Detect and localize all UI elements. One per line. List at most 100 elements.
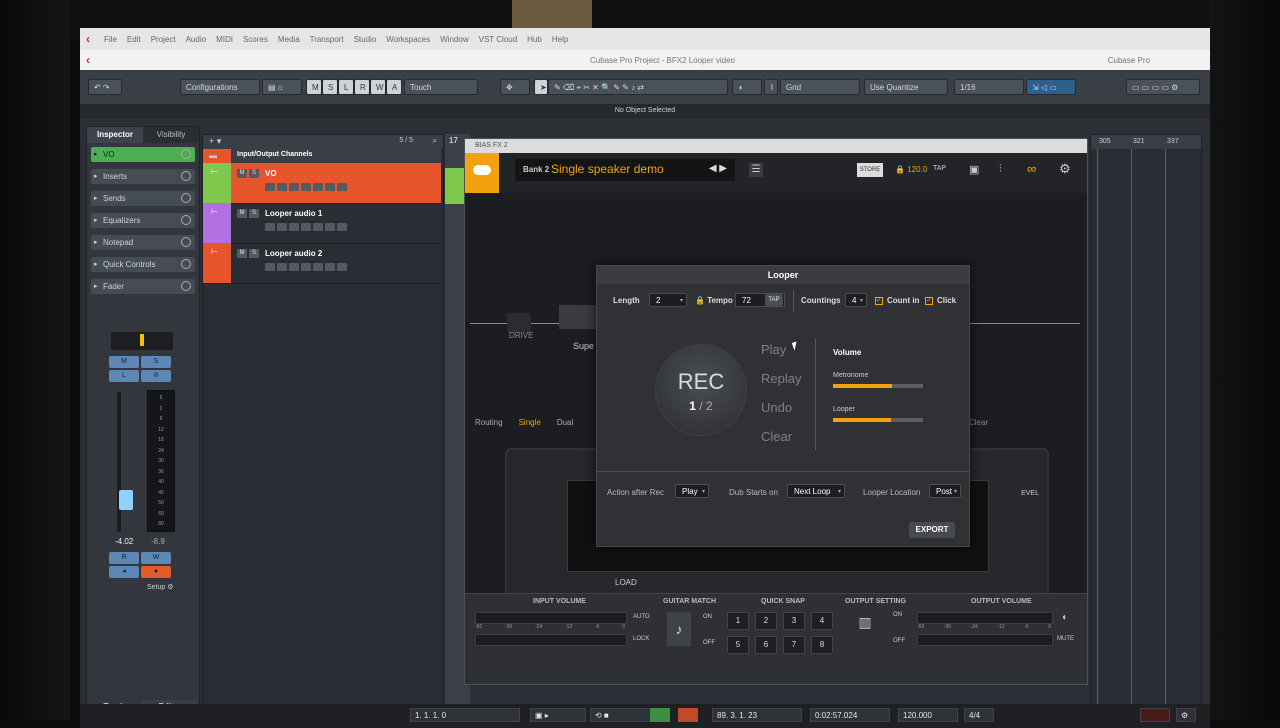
autoscroll-button[interactable]: ✥ xyxy=(500,79,530,95)
quick-snap-button-6[interactable]: 6 xyxy=(755,636,777,654)
section-icon[interactable] xyxy=(181,171,191,181)
countings-dropdown[interactable]: 4 ▾ xyxy=(845,293,867,307)
write-button-inspector[interactable]: W xyxy=(141,552,171,564)
track-controls[interactable] xyxy=(265,223,347,231)
speaker-mute-icon[interactable]: ◖ xyxy=(1061,612,1067,623)
track-controls[interactable] xyxy=(265,183,347,191)
mute-all-button[interactable]: M xyxy=(306,79,322,95)
record-enable-button[interactable]: ● xyxy=(141,566,171,578)
load-button[interactable]: LOAD xyxy=(615,578,637,587)
looper-replay-button[interactable]: Replay xyxy=(761,371,801,386)
guitar-icon[interactable]: ♪ xyxy=(667,612,691,646)
menu-item[interactable]: Scores xyxy=(243,35,268,44)
store-button[interactable]: STORE xyxy=(857,163,883,177)
section-icon[interactable] xyxy=(181,281,191,291)
section-icon[interactable] xyxy=(181,193,191,203)
solo-button[interactable]: S xyxy=(141,356,171,368)
quick-snap-button-5[interactable]: 5 xyxy=(727,636,749,654)
track-solo-button[interactable]: S xyxy=(249,169,259,178)
folder-track[interactable]: ▬ Input/Output Channels xyxy=(203,149,441,164)
cab-ir-icon[interactable]: ▥ xyxy=(853,614,877,638)
volume-fader-track[interactable] xyxy=(117,392,133,532)
peak-readout[interactable]: -8.9 xyxy=(151,537,165,546)
tab-visibility[interactable]: Visibility xyxy=(143,127,199,143)
dub-starts-dropdown[interactable]: Next Loop ▾ xyxy=(787,484,845,498)
add-track-icon[interactable]: + ▾ xyxy=(209,136,221,147)
menu-item[interactable]: File xyxy=(104,35,117,44)
volume-fader-knob[interactable] xyxy=(119,490,133,510)
auto-button[interactable]: AUTO xyxy=(633,614,650,620)
tuner-icon[interactable]: ▣ xyxy=(969,163,979,176)
menu-item[interactable]: Hub xyxy=(527,35,542,44)
looper-undo-button[interactable]: Undo xyxy=(761,400,792,415)
undo-redo-buttons[interactable]: ↶ ↷ xyxy=(88,79,122,95)
menu-item[interactable]: MIDI xyxy=(216,35,233,44)
menu-item[interactable]: Audio xyxy=(186,35,206,44)
menu-item[interactable]: Help xyxy=(552,35,568,44)
input-volume-slider[interactable] xyxy=(475,634,627,646)
export-button[interactable]: EXPORT xyxy=(909,522,955,538)
output-volume-slider[interactable] xyxy=(917,634,1053,646)
drive-pedal[interactable] xyxy=(507,313,531,333)
quantize-mode-dropdown[interactable]: Use Quantize xyxy=(864,79,948,95)
volume-readout[interactable]: -4.02 xyxy=(115,537,133,546)
settings-gear-icon[interactable]: ⚙ xyxy=(1059,161,1071,177)
listen-button[interactable]: L xyxy=(338,79,354,95)
section-icon[interactable] xyxy=(181,259,191,269)
track-row[interactable]: ⊢ M S VO xyxy=(203,163,441,204)
looper-icon[interactable]: ∞ xyxy=(1027,161,1036,176)
tool-palette[interactable]: ✎ ⌫ ⌖ ✂ ✕ 🔍 ✎ ✎ ♪ ⇄ xyxy=(548,79,728,95)
bpm-display[interactable]: 🔒 120.0 xyxy=(895,165,927,174)
quantize-value-dropdown[interactable]: 1/16 xyxy=(954,79,1024,95)
inspector-section-inserts[interactable]: ▸ Inserts xyxy=(91,169,195,184)
inspector-section-quick-controls[interactable]: ▸ Quick Controls xyxy=(91,257,195,272)
mute-button[interactable]: M xyxy=(109,356,139,368)
metronome-volume-slider[interactable] xyxy=(833,384,923,388)
pan-display[interactable] xyxy=(111,332,173,350)
snap-icon[interactable]: ⌇ xyxy=(764,79,778,95)
track-row[interactable]: ⊢ M S Looper audio 2 xyxy=(203,243,441,284)
routing-single-button[interactable]: Single xyxy=(519,418,541,427)
window-layout-buttons[interactable]: ▤ ⌂ xyxy=(262,79,302,95)
edit-icon[interactable] xyxy=(181,149,191,159)
menu-item[interactable]: Edit xyxy=(127,35,141,44)
menu-item[interactable]: Studio xyxy=(354,35,377,44)
menu-item[interactable]: Window xyxy=(440,35,468,44)
quantize-buttons[interactable]: ⇲ ◁ ▭ xyxy=(1026,79,1076,95)
section-icon[interactable] xyxy=(181,215,191,225)
menu-item[interactable]: VST Cloud xyxy=(479,35,518,44)
routing-dual-button[interactable]: Dual xyxy=(557,418,573,427)
setup-link[interactable]: Setup ⚙ xyxy=(147,583,174,591)
quick-snap-button-2[interactable]: 2 xyxy=(755,612,777,630)
amp-module[interactable] xyxy=(559,305,599,329)
automation-button[interactable]: A xyxy=(386,79,402,95)
mixer-icon[interactable]: ⫶ xyxy=(999,163,1002,176)
length-dropdown[interactable]: 2 ▾ xyxy=(649,293,687,307)
menu-item[interactable]: Transport xyxy=(310,35,344,44)
zone-buttons[interactable]: ▭ ▭ ▭ ▭ ⚙ xyxy=(1126,79,1200,95)
quick-snap-button-8[interactable]: 8 xyxy=(811,636,833,654)
count-in-checkbox[interactable]: ✓ xyxy=(875,297,883,305)
inspector-track-name[interactable]: ▸ VO xyxy=(91,147,195,162)
inspector-section-equalizers[interactable]: ▸ Equalizers xyxy=(91,213,195,228)
action-after-rec-dropdown[interactable]: Play ▾ xyxy=(675,484,709,498)
track-solo-button[interactable]: S xyxy=(249,209,259,218)
looper-clear-button[interactable]: Clear xyxy=(761,429,792,444)
looper-location-dropdown[interactable]: Post ▾ xyxy=(929,484,961,498)
read-button-inspector[interactable]: R xyxy=(109,552,139,564)
pointer-tool-icon[interactable]: ➤ xyxy=(534,79,548,95)
menu-item[interactable]: Project xyxy=(151,35,176,44)
section-icon[interactable] xyxy=(181,237,191,247)
phase-button[interactable]: ⊘ xyxy=(141,370,171,382)
snap-type-dropdown[interactable]: Grid xyxy=(780,79,860,95)
lock-button[interactable]: LOCK xyxy=(633,636,649,642)
inspector-section-fader[interactable]: ▸ Fader xyxy=(91,279,195,294)
listen-button-inspector[interactable]: L xyxy=(109,370,139,382)
search-icon[interactable]: ⌕ xyxy=(433,136,437,146)
menu-item[interactable]: Media xyxy=(278,35,300,44)
quick-snap-button-3[interactable]: 3 xyxy=(783,612,805,630)
solo-all-button[interactable]: S xyxy=(322,79,338,95)
speaker-icon[interactable]: ◖ xyxy=(732,79,762,95)
read-button[interactable]: R xyxy=(354,79,370,95)
automation-mode-dropdown[interactable]: Touch xyxy=(404,79,478,95)
